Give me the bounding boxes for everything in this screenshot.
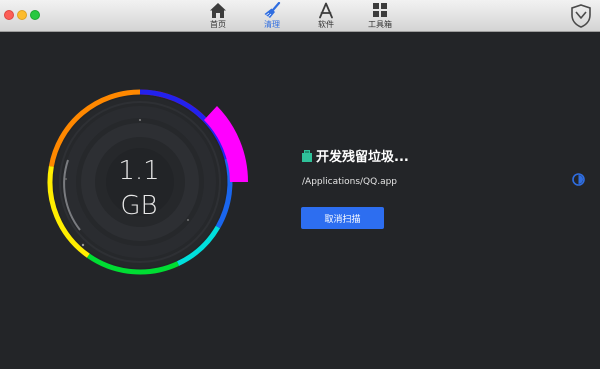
- grid-icon: [373, 3, 387, 17]
- scan-size-value: 1.1: [118, 156, 160, 186]
- trash-bag-icon: [302, 149, 312, 162]
- tab-software[interactable]: 软件: [302, 2, 350, 32]
- tab-home[interactable]: 首页: [194, 2, 242, 32]
- scan-status: 开发残留垃圾...: [301, 146, 409, 165]
- current-scan-path: /Applications/QQ.app: [302, 177, 398, 187]
- scan-status-text: 开发残留垃圾...: [316, 150, 409, 165]
- tab-clean[interactable]: 清理: [248, 2, 296, 32]
- tab-toolbox-label: 工具箱: [368, 20, 392, 29]
- tab-clean-label: 清理: [264, 20, 280, 29]
- shield-icon[interactable]: [570, 4, 592, 28]
- tab-home-label: 首页: [210, 20, 226, 29]
- cancel-scan-button[interactable]: 取消扫描: [301, 207, 384, 229]
- title-bar: 首页 清理 软件 工具箱: [0, 0, 600, 32]
- scan-size-unit: GB: [120, 191, 158, 221]
- tab-toolbox[interactable]: 工具箱: [356, 2, 404, 32]
- broom-icon: [264, 2, 281, 18]
- close-window-button[interactable]: [4, 10, 14, 20]
- zoom-window-button[interactable]: [30, 10, 40, 20]
- home-icon: [210, 3, 226, 18]
- progress-spinner-icon: [572, 173, 585, 186]
- minimize-window-button[interactable]: [17, 10, 27, 20]
- tab-software-label: 软件: [318, 20, 334, 29]
- app-store-icon: [319, 2, 333, 19]
